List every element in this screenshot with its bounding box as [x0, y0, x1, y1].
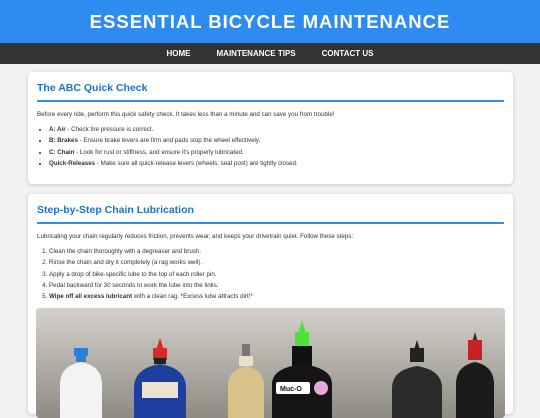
- nav-link-maintenance-tips[interactable]: MAINTENANCE TIPS: [217, 49, 296, 58]
- list-item: B: Brakes - Ensure brake levers are firm…: [49, 137, 504, 145]
- list-item: Pedal backward for 30 seconds to work th…: [49, 282, 504, 290]
- item-label: A: Air: [49, 126, 66, 133]
- abc-check-intro: Before every ride, perform this quick sa…: [37, 111, 335, 118]
- site-title: ESSENTIAL BICYCLE MAINTENANCE: [89, 10, 451, 32]
- bottle-label-text: Muc-O: [280, 386, 302, 393]
- list-item: A: Air - Check tire pressure is correct.: [49, 126, 504, 134]
- nav-link-home[interactable]: HOME: [167, 49, 191, 58]
- nav-link-contact-us[interactable]: CONTACT US: [322, 49, 374, 58]
- abc-check-card: The ABC Quick Check Before every ride, p…: [28, 72, 513, 184]
- list-item: Wipe off all excess lubricant with a cle…: [49, 293, 504, 301]
- chain-lubrication-card: Step-by-Step Chain Lubrication Lubricati…: [28, 194, 513, 418]
- bottles-illustration: Muc-O: [36, 308, 505, 418]
- chain-lubrication-title: Step-by-Step Chain Lubrication: [37, 204, 504, 224]
- main-nav: HOME MAINTENANCE TIPS CONTACT US: [0, 43, 540, 64]
- item-label: C: Chain: [49, 148, 75, 156]
- item-text: - Look for rust or stiffness, and ensure…: [74, 148, 244, 156]
- chain-lubrication-intro: Lubricating your chain regularly reduces…: [37, 233, 354, 240]
- lubricant-bottles-photo: Muc-O: [36, 308, 505, 418]
- site-header: ESSENTIAL BICYCLE MAINTENANCE: [0, 0, 540, 43]
- list-item: C: Chain - Look for rust or stiffness, a…: [49, 149, 504, 157]
- step-bold: Wipe off all excess lubricant: [49, 293, 133, 301]
- item-label: Quick-Releases: [49, 160, 96, 168]
- list-item: Rinse the chain and dry it completely (a…: [49, 259, 504, 267]
- abc-check-list: A: Air - Check tire pressure is correct.…: [37, 126, 504, 168]
- step-text: with a clean rag. *Excess lube attracts …: [132, 293, 253, 301]
- list-item: Apply a drop of bike-specific lube to th…: [49, 271, 504, 279]
- item-text: - Make sure all quick-release levers (wh…: [95, 160, 298, 168]
- item-label: B: Brakes: [49, 137, 78, 145]
- list-item: Quick-Releases - Make sure all quick-rel…: [49, 160, 504, 168]
- chain-steps-list: Clean the chain thoroughly with a degrea…: [37, 248, 504, 302]
- list-item: Clean the chain thoroughly with a degrea…: [49, 248, 504, 256]
- item-text: - Ensure brake levers are firm and pads …: [77, 137, 261, 145]
- item-text: - Check tire pressure is correct.: [65, 126, 154, 133]
- abc-check-title: The ABC Quick Check: [37, 82, 504, 102]
